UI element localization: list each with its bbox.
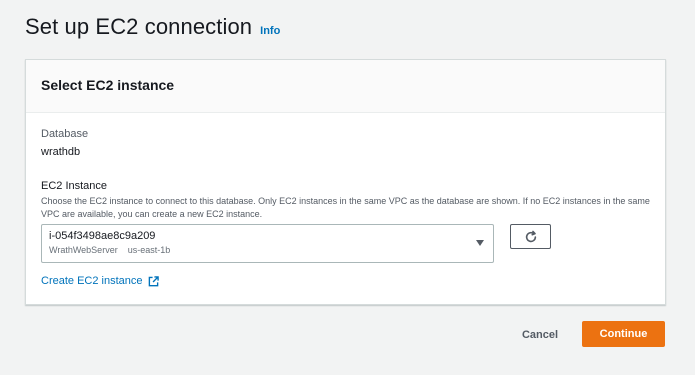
ec2-instance-select[interactable]: i-054f3498ae8c9a209 WrathWebServer us-eas… [41,224,494,263]
selected-instance-zone: us-east-1b [127,245,171,255]
database-label: Database [41,128,89,140]
page-title: Set up EC2 connection [25,14,253,39]
page-header: Set up EC2 connection Info [25,14,280,40]
external-link-icon [148,275,159,287]
info-link[interactable]: Info [260,25,280,37]
panel-header: Select EC2 instance [26,60,665,113]
cancel-button[interactable]: Cancel [515,323,565,347]
selected-instance-id: i-054f3498ae8c9a209 [49,230,156,242]
selected-instance-meta: WrathWebServer us-east-1b [49,245,493,255]
database-value: wrathdb [41,146,81,158]
create-ec2-instance-link[interactable]: Create EC2 instance [41,275,159,287]
refresh-icon [525,230,536,242]
create-ec2-instance-label: Create EC2 instance [41,275,143,287]
ec2-instance-label: EC2 Instance [41,180,108,192]
panel-title: Select EC2 instance [41,77,175,93]
refresh-button[interactable] [510,224,551,249]
caret-down-icon [476,240,484,246]
select-ec2-panel: Select EC2 instance Database wrathdb EC2… [25,59,666,305]
ec2-instance-description: Choose the EC2 instance to connect to th… [41,196,650,219]
continue-button[interactable]: Continue [582,321,665,347]
selected-instance-name: WrathWebServer [49,245,118,255]
